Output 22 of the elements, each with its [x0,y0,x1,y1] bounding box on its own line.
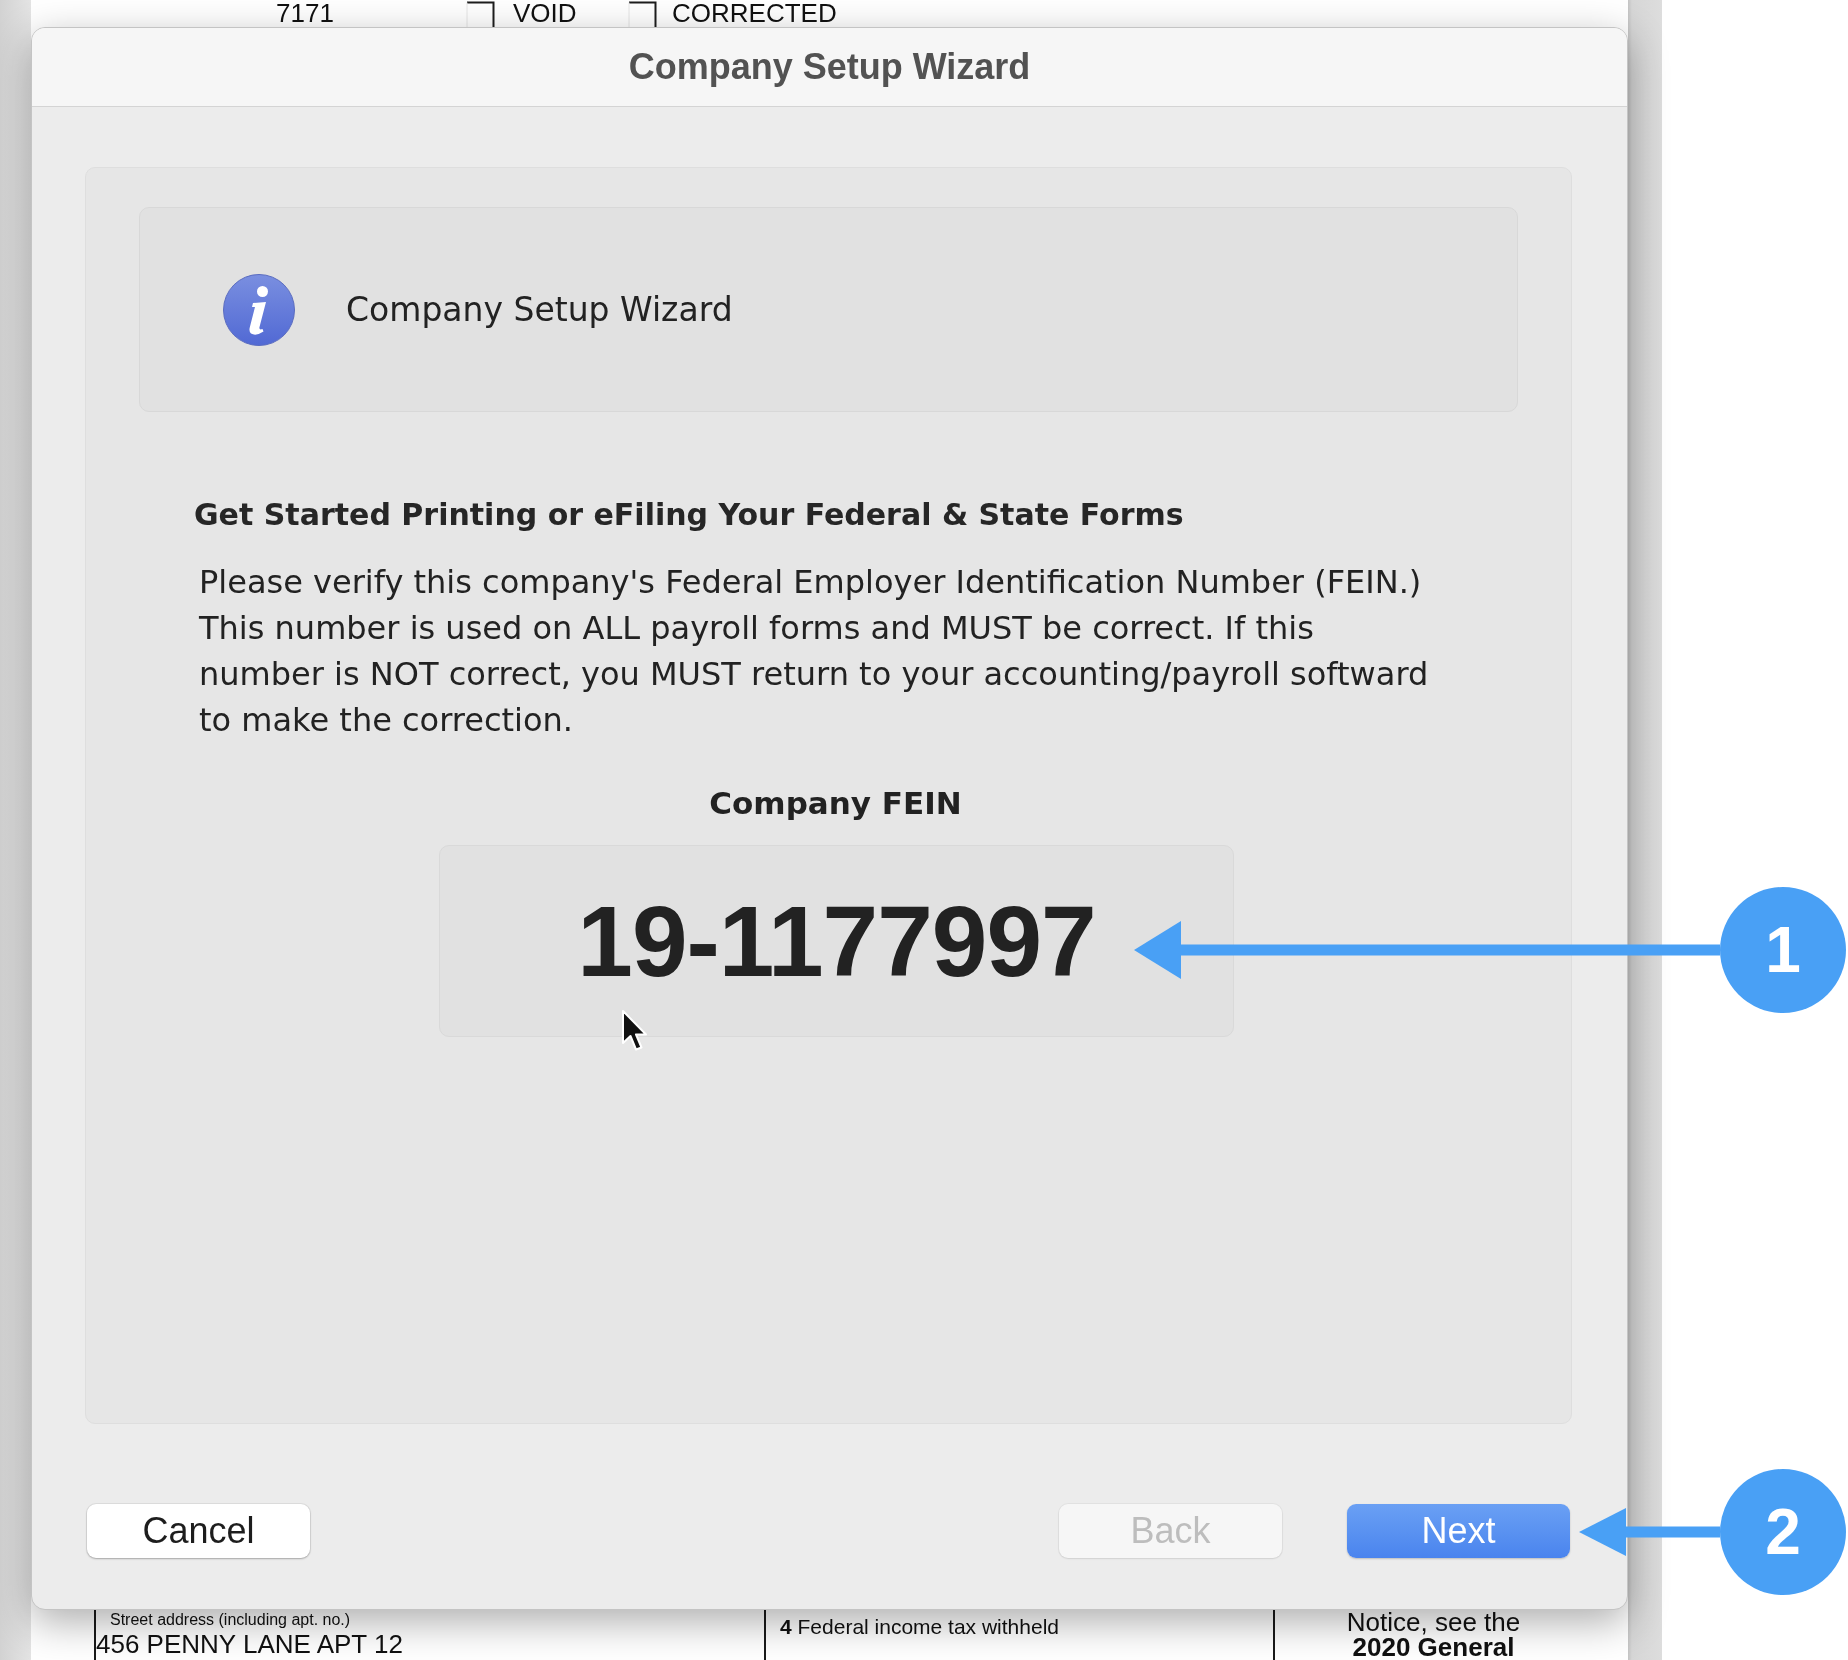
checkbox-label: CORRECTED [672,0,837,27]
banner-title: Company Setup Wizard [346,290,733,329]
callout-marker: 2 [1720,1469,1846,1595]
fein-display: 19-1177997 [439,845,1234,1037]
instruction-text: Please verify this company's Federal Employer Identification Number (FEIN.) This number is used on ALL payroll forms and MUST be correct. If this number is NOT correct, you MUST return to your accounting/payroll softward to make the correction. [199,562,1429,741]
form-number: 7171 [276,0,335,27]
section-heading: Get Started Printing or eFiling Your Federal & State Forms [194,497,1184,533]
notice-text: Notice, see the [1346,1610,1521,1635]
checkbox-label: VOID [513,0,577,27]
cancel-button[interactable]: Cancel [87,1504,310,1558]
street-address: 456 PENNY LANE APT 12 [96,1629,403,1659]
field-label: 4 Federal income tax withheld [780,1614,1059,1639]
field-label: Street address (including apt. no.) [109,1611,351,1629]
next-button[interactable]: Next [1347,1504,1570,1558]
mouse-pointer-icon [621,1009,649,1053]
checkbox[interactable] [627,1,657,27]
notice-title: 2020 General [1352,1635,1515,1660]
info-icon [222,272,296,347]
fein-label: Company FEIN [709,784,962,822]
callout-marker: 1 [1720,887,1846,1013]
checkbox[interactable] [465,1,495,27]
window-title: Company Setup Wizard [628,46,1031,88]
